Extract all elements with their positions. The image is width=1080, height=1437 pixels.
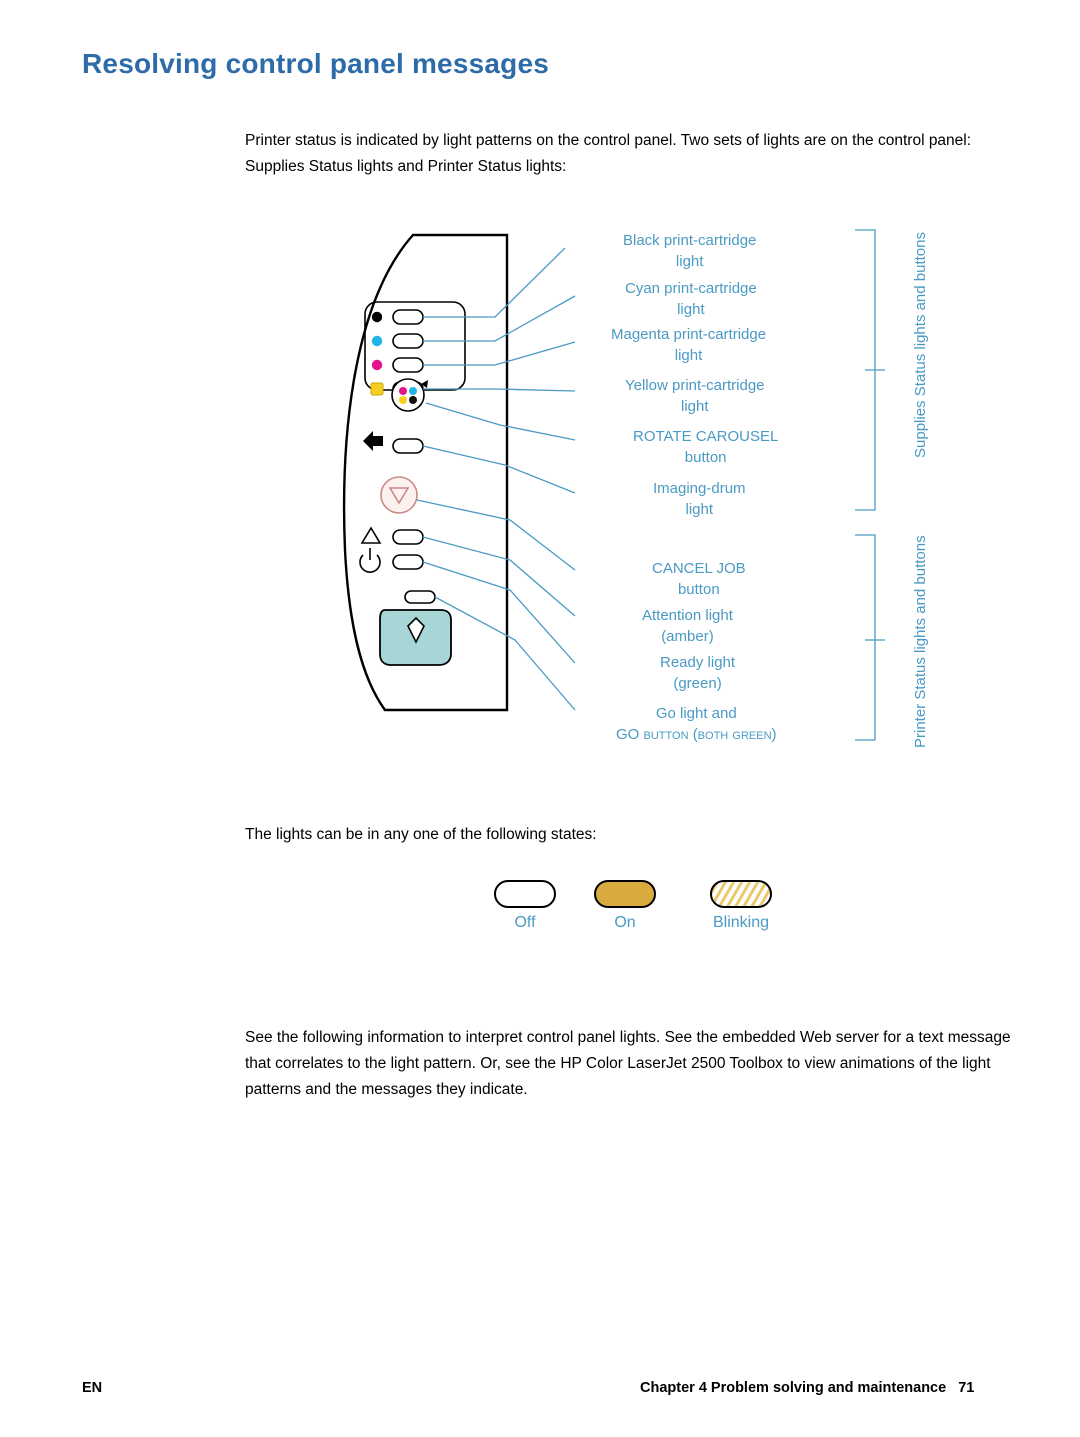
callout-line-1: Ready light [660,654,736,671]
bracket-label-printer-status: Printer Status lights and buttons [912,535,929,748]
callout-rotate-carousel-button: ROTATE CAROUSEL button [633,426,778,468]
callout-line-1: Imaging-drum [653,480,746,497]
lamp-off-icon [494,880,556,908]
states-paragraph: The lights can be in any one of the foll… [245,826,597,843]
callout-attention-light: Attention light (amber) [642,605,733,647]
callout-line-2: light [675,253,704,270]
callout-yellow-cartridge-light: Yellow print-cartridge light [625,375,765,417]
callout-cancel-job-button: CANCEL JOB button [652,558,746,600]
callout-line-1: Attention light [642,607,733,624]
callout-line-2: light [685,501,714,518]
callout-line-2: light [674,347,703,364]
control-panel-diagram: Black print-cartridge light Cyan print-c… [245,210,1035,790]
callout-line-2: button [684,449,727,466]
legend-label-on: On [614,914,636,931]
callout-line-2: button [677,581,720,598]
callout-ready-light: Ready light (green) [660,652,735,694]
callout-line-2: (amber) [661,628,714,645]
footer-page-number: 71 [958,1380,975,1396]
callout-line-1: Cyan print-cartridge [625,280,757,297]
callout-line-1: CANCEL JOB [652,560,746,577]
legend-item-off: Off [475,880,575,932]
callout-line-1: Yellow print-cartridge [625,377,765,394]
callout-imaging-drum-light: Imaging-drum light [653,478,746,520]
callout-line-2: (green) [673,675,722,692]
lamp-on-icon [594,880,656,908]
lamp-blinking-icon [710,880,772,908]
legend-item-blinking: Blinking [691,880,791,932]
callout-line-2: light [680,398,709,415]
callout-line-1: Black print-cartridge [623,232,757,249]
intro-paragraph: Printer status is indicated by light pat… [245,132,972,175]
callout-line-1: Go light and [655,705,737,722]
footer-chapter-text: Chapter 4 Problem solving and maintenanc… [640,1380,947,1396]
callout-black-cartridge-light: Black print-cartridge light [623,230,756,272]
footer-chapter: Chapter 4 Problem solving and maintenanc… [640,1380,974,1396]
bracket-label-supplies-status: Supplies Status lights and buttons [912,232,929,458]
light-state-legend: Off On Blinking [245,880,1035,970]
footer-language: EN [82,1380,103,1396]
callout-line-2: GO button (both green) [616,726,777,743]
callout-go-light-and-button: Go light and GO button (both green) [616,703,777,745]
page-title: Resolving control panel messages [82,48,549,79]
legend-label-off: Off [514,914,536,931]
callout-cyan-cartridge-light: Cyan print-cartridge light [625,278,757,320]
callout-line-1: ROTATE CAROUSEL [633,428,779,445]
callout-magenta-cartridge-light: Magenta print-cartridge light [611,324,766,366]
callout-line-2: light [677,301,705,318]
document-page: Resolving control panel messages Printer… [0,0,1080,1437]
closing-paragraph: See the following information to interpr… [245,1029,1011,1098]
legend-item-on: On [575,880,675,932]
callout-line-1: Magenta print-cartridge [611,326,767,343]
legend-label-blinking: Blinking [712,914,770,931]
